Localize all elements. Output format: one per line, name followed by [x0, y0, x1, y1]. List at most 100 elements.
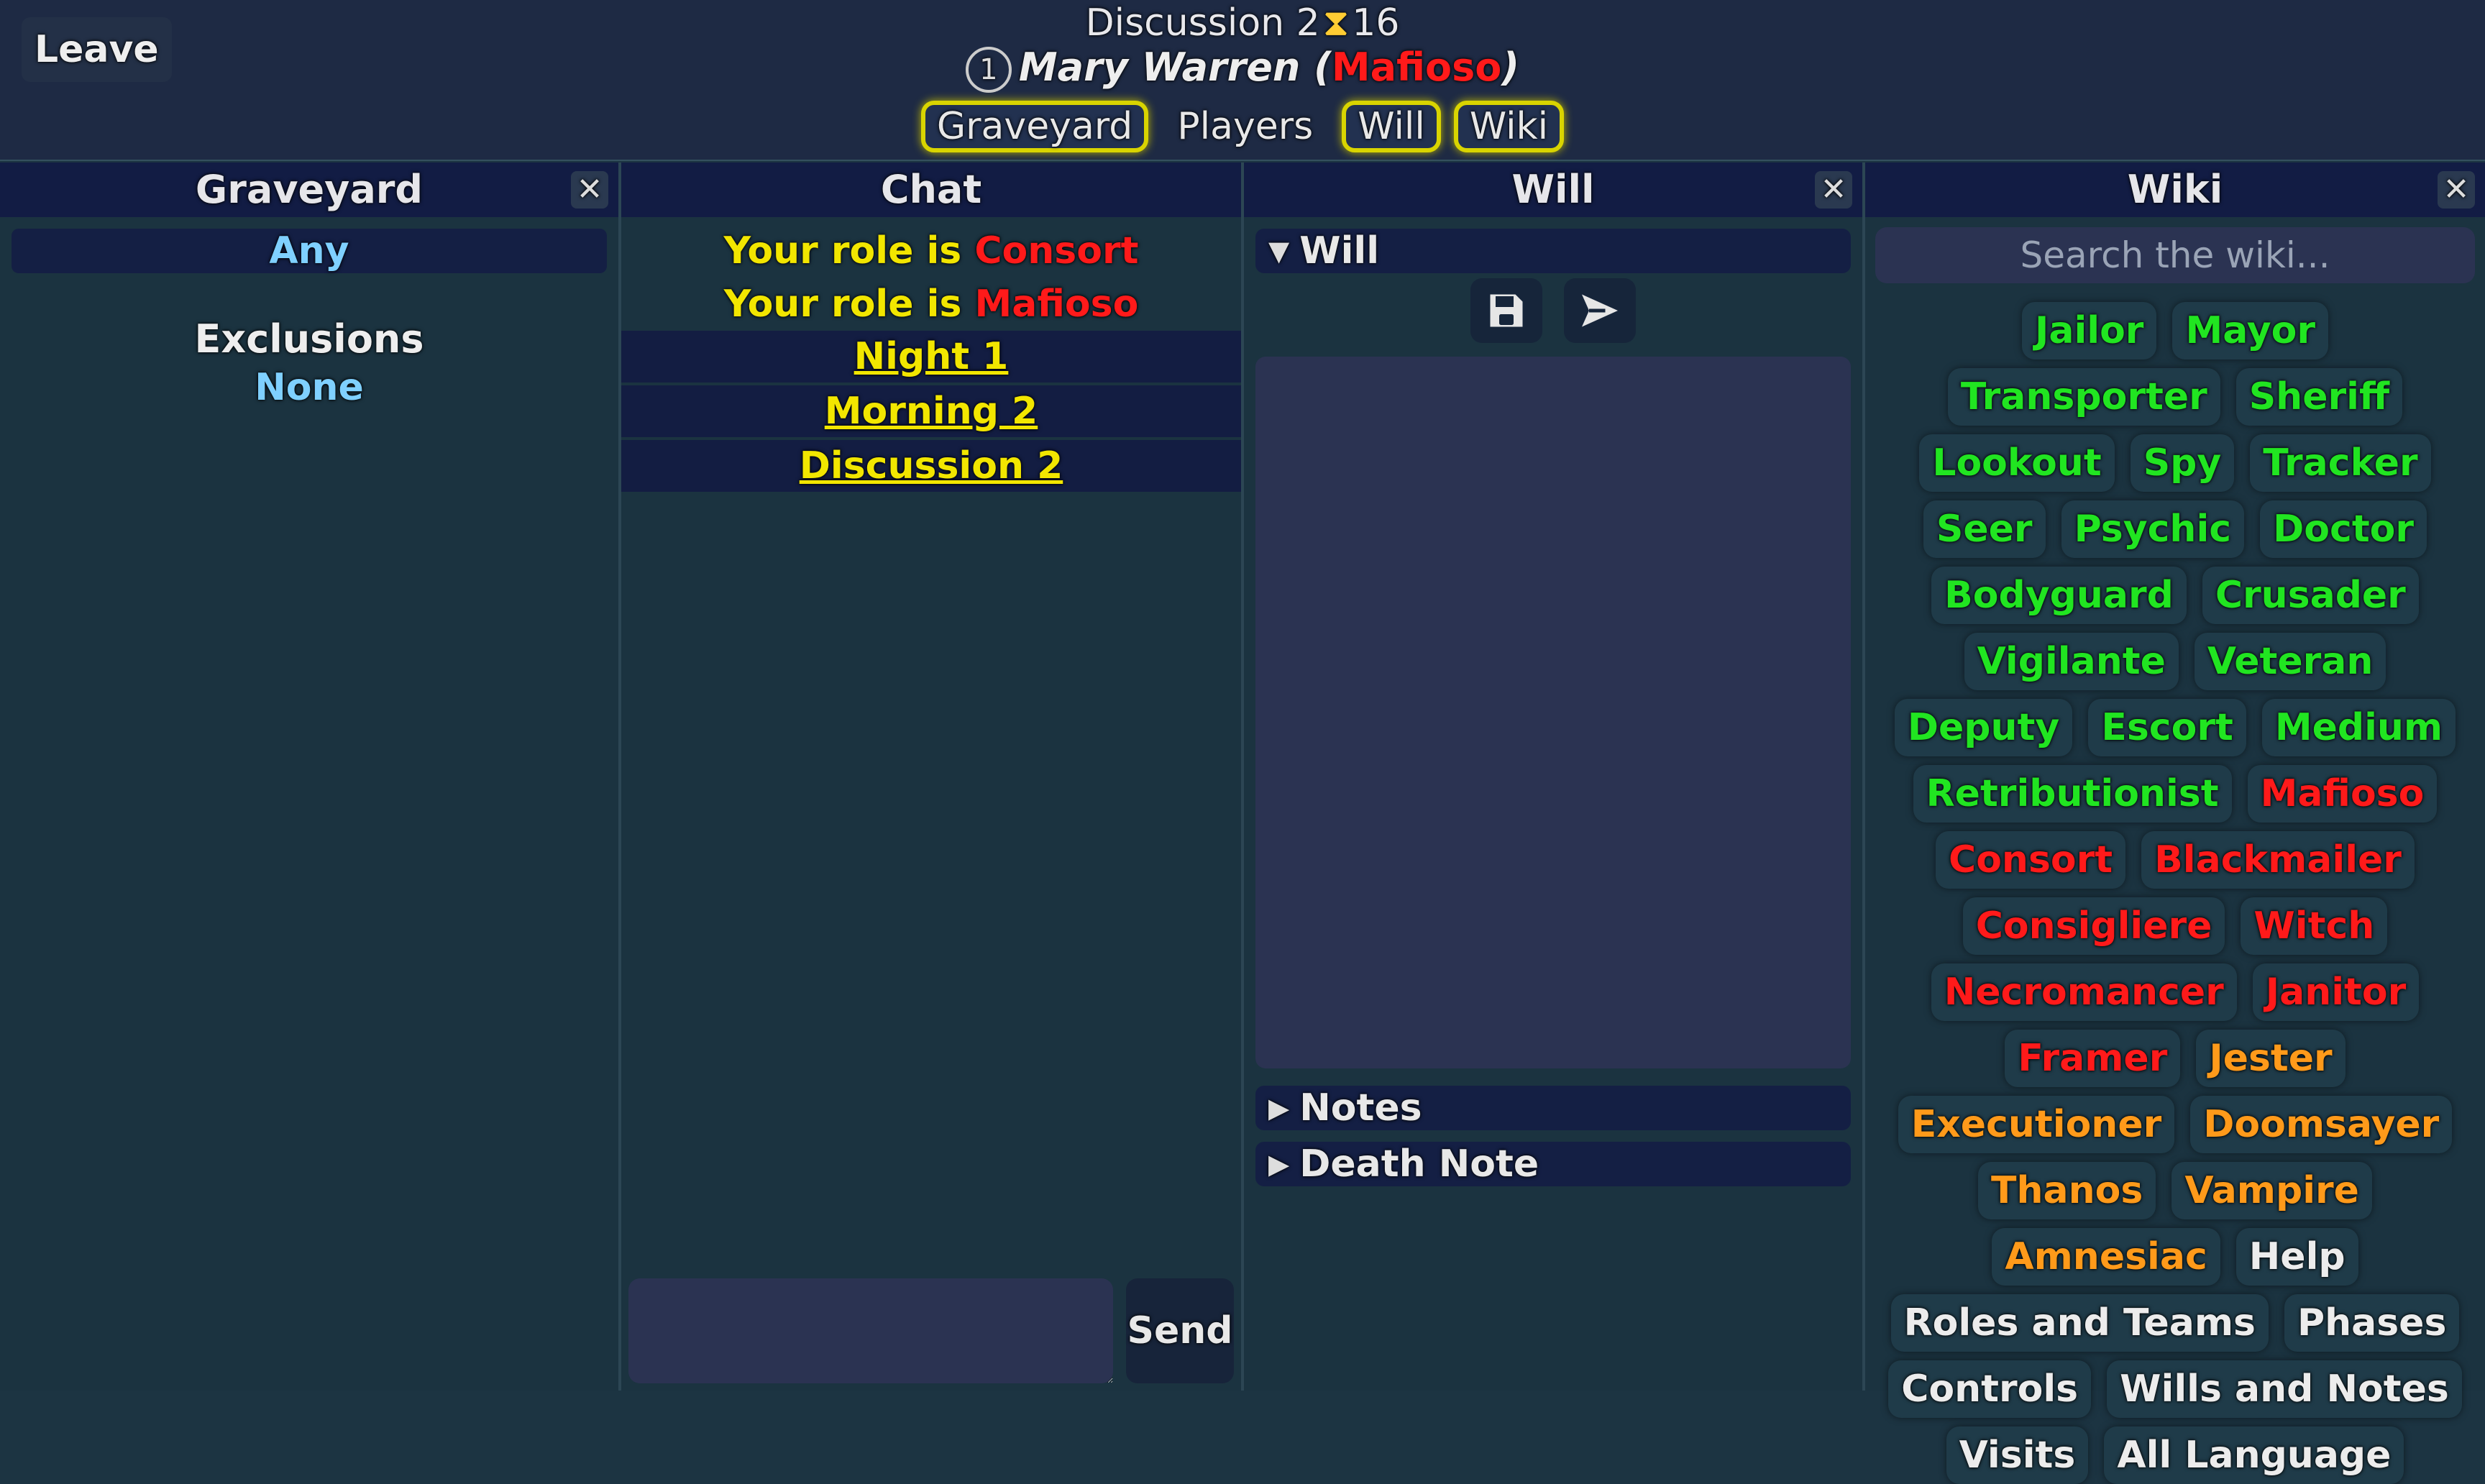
wiki-link-spy[interactable]: Spy [2130, 434, 2235, 492]
chat-phase-night-1[interactable]: Night 1 [621, 331, 1241, 383]
wiki-link-vampire[interactable]: Vampire [2171, 1162, 2372, 1219]
wiki-link-jailor[interactable]: Jailor [2022, 302, 2157, 359]
wiki-link-necromancer[interactable]: Necromancer [1931, 963, 2237, 1021]
wiki-link-help[interactable]: Help [2235, 1228, 2358, 1286]
save-icon [1490, 294, 1523, 327]
wiki-link-consort[interactable]: Consort [1936, 831, 2126, 889]
game-header: Leave Discussion 2⧗16 1 Mary Warren (Mafi… [0, 0, 2485, 161]
wiki-link-consigliere[interactable]: Consigliere [1962, 897, 2225, 955]
wiki-link-transporter[interactable]: Transporter [1947, 368, 2220, 426]
wiki-link-framer[interactable]: Framer [2005, 1030, 2181, 1087]
wiki-title-bar: Wiki ✕ [1865, 162, 2485, 217]
wiki-search-input[interactable]: Search the wiki... [1875, 227, 2475, 283]
wiki-link-vigilante[interactable]: Vigilante [1964, 633, 2179, 690]
wiki-link-all-language[interactable]: All Language [2104, 1426, 2404, 1484]
wiki-link-executioner[interactable]: Executioner [1898, 1096, 2175, 1153]
chat-message-role: Consort [974, 229, 1139, 272]
will-title-bar: Will ✕ [1244, 162, 1862, 217]
death-note-section-label: Death Note [1299, 1142, 1539, 1186]
wiki-link-grid: Jailor Mayor Transporter Sheriff Lookout Spy T… [1865, 283, 2485, 1484]
wiki-link-retributionist[interactable]: Retributionist [1913, 765, 2232, 823]
will-section-label: Will [1299, 229, 1380, 272]
wiki-link-mayor[interactable]: Mayor [2172, 302, 2328, 359]
will-textarea[interactable] [1255, 357, 1851, 1068]
wiki-link-doomsayer[interactable]: Doomsayer [2190, 1096, 2453, 1153]
send-icon [1582, 294, 1618, 327]
wiki-link-psychic[interactable]: Psychic [2061, 500, 2245, 558]
wiki-link-roles-and-teams[interactable]: Roles and Teams [1890, 1294, 2269, 1352]
tab-players[interactable]: Players [1161, 101, 1329, 152]
notes-section-toggle[interactable]: ▶ Notes [1255, 1086, 1851, 1130]
chat-phase-morning-2[interactable]: Morning 2 [621, 385, 1241, 437]
tab-graveyard[interactable]: Graveyard [920, 101, 1149, 152]
send-button[interactable]: Send [1126, 1278, 1234, 1383]
player-identity: 1 Mary Warren (Mafioso) [0, 45, 2485, 93]
close-icon[interactable]: ✕ [571, 171, 608, 209]
wiki-link-blackmailer[interactable]: Blackmailer [2141, 831, 2415, 889]
chat-title: Chat [880, 167, 982, 212]
tab-wiki[interactable]: Wiki [1453, 101, 1565, 152]
wiki-link-deputy[interactable]: Deputy [1894, 699, 2073, 756]
phase-label: Discussion 2 [1085, 1, 1320, 45]
wiki-link-doctor[interactable]: Doctor [2260, 500, 2427, 558]
wiki-link-wills-and-notes[interactable]: Wills and Notes [2107, 1360, 2462, 1418]
wiki-link-sheriff[interactable]: Sheriff [2235, 368, 2403, 426]
wiki-panel: Wiki ✕ Search the wiki... Jailor Mayor Tra… [1865, 162, 2485, 1484]
wiki-link-thanos[interactable]: Thanos [1978, 1162, 2156, 1219]
panel-tabs: Graveyard Players Will Wiki [0, 101, 2485, 152]
wiki-link-tracker[interactable]: Tracker [2250, 434, 2431, 492]
wiki-link-amnesiac[interactable]: Amnesiac [1992, 1228, 2220, 1286]
close-icon[interactable]: ✕ [2438, 171, 2475, 209]
wiki-link-crusader[interactable]: Crusader [2202, 567, 2419, 624]
chat-phase-discussion-2[interactable]: Discussion 2 [621, 440, 1241, 492]
chat-panel: Chat Your role is Consort Your role is M… [621, 162, 1244, 1391]
timer-value: 16 [1352, 1, 1400, 45]
exclusions-label: Exclusions [194, 316, 424, 362]
wiki-link-controls[interactable]: Controls [1888, 1360, 2092, 1418]
wiki-link-seer[interactable]: Seer [1923, 500, 2046, 558]
chat-message-text: Your role is [723, 283, 975, 326]
graveyard-title-bar: Graveyard ✕ [0, 162, 618, 217]
triangle-right-icon: ▶ [1268, 1148, 1290, 1180]
wiki-link-jester[interactable]: Jester [2196, 1030, 2346, 1087]
wiki-link-escort[interactable]: Escort [2088, 699, 2246, 756]
will-section-toggle[interactable]: ▼ Will [1255, 229, 1851, 273]
will-toolbar [1244, 273, 1862, 348]
chat-message-role: Mafioso [974, 283, 1139, 326]
chat-title-bar: Chat [621, 162, 1241, 217]
wiki-link-visits[interactable]: Visits [1946, 1426, 2089, 1484]
will-panel: Will ✕ ▼ Will ▶ Notes ▶ Death Note [1244, 162, 1865, 1391]
wiki-link-lookout[interactable]: Lookout [1919, 434, 2115, 492]
wiki-link-veteran[interactable]: Veteran [2194, 633, 2386, 690]
phase-timer: Discussion 2⧗16 [0, 1, 2485, 45]
chat-message-text: Your role is [723, 229, 975, 272]
hourglass-icon: ⧗ [1322, 1, 1350, 45]
wiki-link-witch[interactable]: Witch [2241, 897, 2388, 955]
graveyard-any-filter[interactable]: Any [12, 229, 607, 273]
wiki-link-janitor[interactable]: Janitor [2252, 963, 2420, 1021]
chat-message: Your role is Mafioso [621, 278, 1241, 331]
wiki-link-phases[interactable]: Phases [2284, 1294, 2460, 1352]
triangle-down-icon: ▼ [1268, 235, 1290, 267]
exclusions-value: None [255, 366, 364, 409]
close-icon[interactable]: ✕ [1815, 171, 1852, 209]
wiki-link-mafioso[interactable]: Mafioso [2247, 765, 2438, 823]
chat-input[interactable] [628, 1278, 1113, 1383]
tab-will[interactable]: Will [1342, 101, 1441, 152]
triangle-right-icon: ▶ [1268, 1092, 1290, 1124]
notes-section-label: Notes [1299, 1086, 1422, 1130]
save-button[interactable] [1470, 278, 1542, 343]
chat-message: Your role is Consort [621, 224, 1241, 278]
send-will-button[interactable] [1564, 278, 1636, 343]
player-number-badge: 1 [965, 47, 1012, 93]
chat-input-row: Send [621, 1278, 1241, 1386]
graveyard-title: Graveyard [195, 167, 424, 212]
wiki-title: Wiki [2127, 167, 2223, 212]
graveyard-panel: Graveyard ✕ Any Exclusions None [0, 162, 621, 1391]
will-title: Will [1511, 167, 1595, 212]
wiki-link-medium[interactable]: Medium [2261, 699, 2456, 756]
player-name: Mary Warren [1018, 45, 1301, 90]
wiki-link-bodyguard[interactable]: Bodyguard [1931, 567, 2187, 624]
death-note-section-toggle[interactable]: ▶ Death Note [1255, 1142, 1851, 1186]
player-role: Mafioso [1331, 45, 1502, 90]
